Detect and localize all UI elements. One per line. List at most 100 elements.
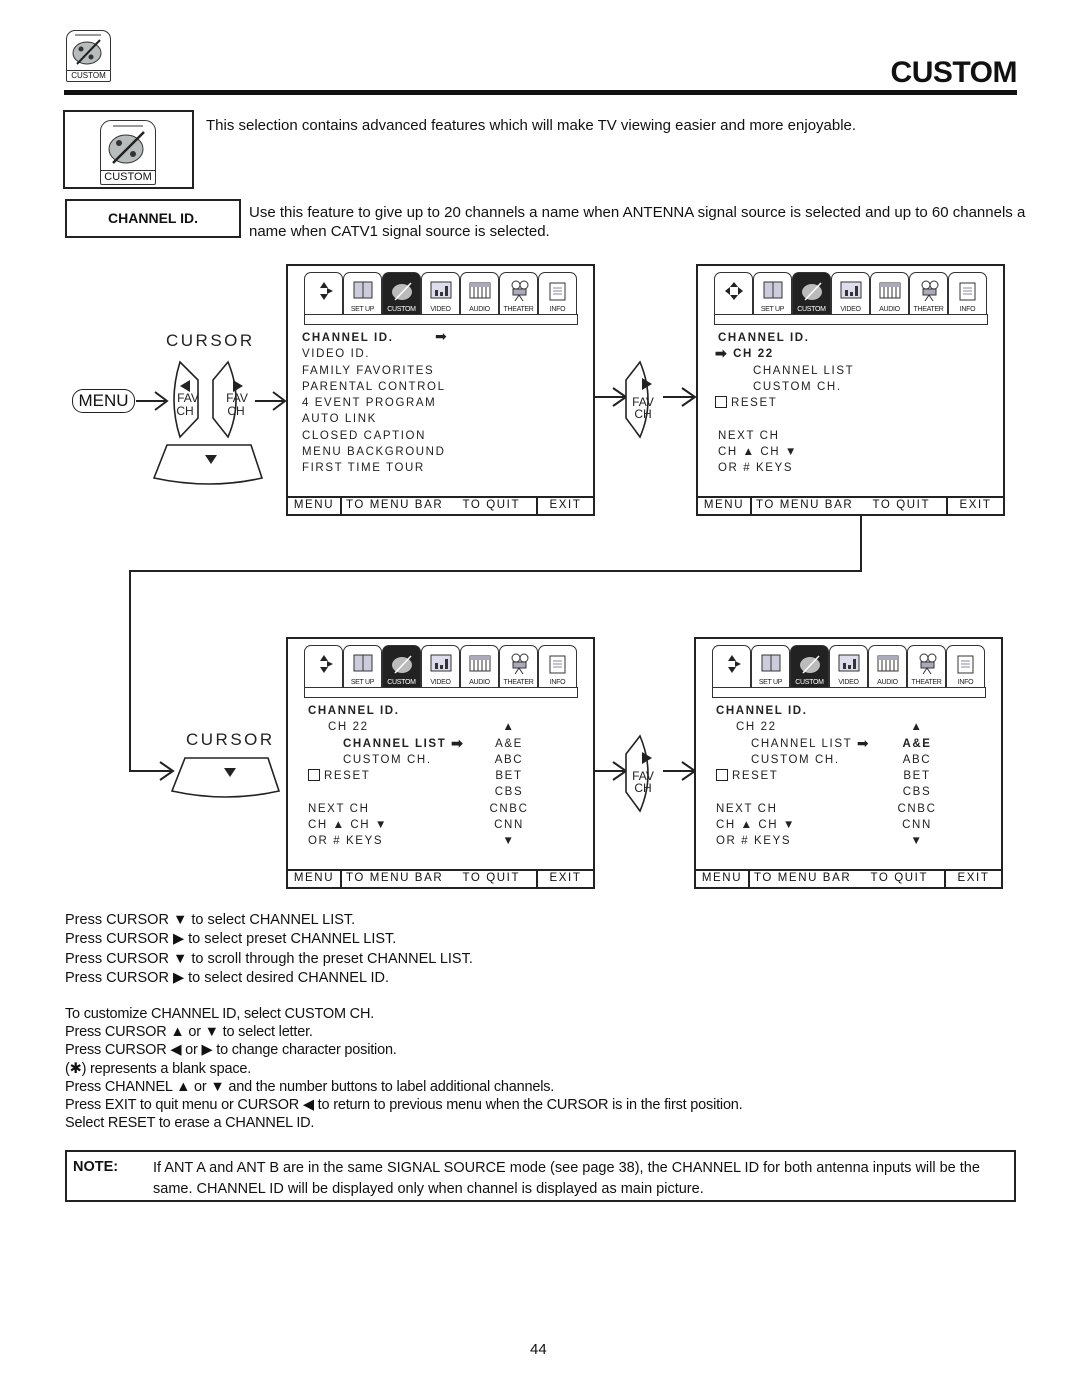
info-document-icon bbox=[549, 655, 566, 674]
menu-item-closed-caption[interactable]: CLOSED CAPTION bbox=[302, 428, 446, 444]
custom-ch-option[interactable]: CUSTOM CH. bbox=[308, 752, 464, 768]
footer-exit: EXIT bbox=[549, 872, 582, 884]
channel-list-option[interactable]: CHANNEL LIST ➡ bbox=[716, 736, 870, 752]
menu-item-event-program[interactable]: 4 EVENT PROGRAM bbox=[302, 395, 446, 411]
tab-nav[interactable] bbox=[304, 645, 343, 687]
tab-info[interactable]: INFO bbox=[538, 645, 577, 687]
reset-option[interactable]: RESET bbox=[308, 768, 464, 784]
menu-item-first-time-tour[interactable]: FIRST TIME TOUR bbox=[302, 460, 446, 476]
cursor-label-1: CURSOR bbox=[166, 331, 255, 350]
setup-icon bbox=[353, 654, 373, 672]
tab-theater[interactable]: THEATER bbox=[499, 272, 538, 314]
tab-setup[interactable]: SET UP bbox=[343, 645, 382, 687]
tab-custom[interactable]: CUSTOM bbox=[790, 645, 829, 687]
channel-list-item[interactable]: CBS bbox=[892, 784, 942, 800]
tab-audio[interactable]: AUDIO bbox=[460, 645, 499, 687]
tab-custom[interactable]: CUSTOM bbox=[382, 645, 421, 687]
custom-ch-option[interactable]: CUSTOM CH. bbox=[716, 752, 870, 768]
channel-list-item[interactable]: ABC bbox=[484, 752, 534, 768]
tab-video[interactable]: VIDEO bbox=[829, 645, 868, 687]
reset-checkbox[interactable] bbox=[715, 396, 727, 409]
channel-number-row[interactable]: ➡ CH 22 bbox=[715, 346, 854, 362]
reset-option[interactable]: RESET bbox=[716, 768, 870, 784]
tv-screen-channel-id: SET UP CUSTOM VIDEO AUDIO THEATER INFO C… bbox=[696, 264, 1005, 516]
tab-nav[interactable] bbox=[714, 272, 753, 314]
tab-setup[interactable]: SET UP bbox=[753, 272, 792, 314]
tab-nav[interactable] bbox=[304, 272, 343, 314]
reset-option[interactable]: RESET bbox=[715, 395, 854, 411]
video-icon bbox=[838, 654, 860, 672]
info-document-icon bbox=[959, 282, 976, 301]
channel-list-item[interactable]: ABC bbox=[892, 752, 942, 768]
step-line: Press CURSOR ▶ to select preset CHANNEL … bbox=[65, 931, 397, 948]
tab-theater[interactable]: THEATER bbox=[499, 645, 538, 687]
reset-checkbox[interactable] bbox=[308, 769, 320, 782]
next-ch-hint: NEXT CH bbox=[716, 802, 778, 815]
channel-list-item[interactable]: CNN bbox=[892, 817, 942, 833]
svg-text:CH: CH bbox=[634, 407, 651, 421]
svg-text:FAV: FAV bbox=[177, 391, 199, 405]
menu-item-parental-control[interactable]: PARENTAL CONTROL bbox=[302, 379, 446, 395]
tab-info[interactable]: INFO bbox=[948, 272, 987, 314]
channel-list-item[interactable]: BET bbox=[484, 768, 534, 784]
note-text: If ANT A and ANT B are in the same SIGNA… bbox=[153, 1160, 980, 1197]
channel-id-title: CHANNEL ID. bbox=[718, 332, 810, 344]
tab-theater[interactable]: THEATER bbox=[909, 272, 948, 314]
scroll-down-icon[interactable]: ▼ bbox=[484, 833, 534, 849]
tab-video[interactable]: VIDEO bbox=[421, 272, 460, 314]
scroll-down-icon[interactable]: ▼ bbox=[892, 833, 942, 849]
tab-info[interactable]: INFO bbox=[538, 272, 577, 314]
scroll-up-icon[interactable]: ▲ bbox=[892, 719, 942, 735]
tab-setup[interactable]: SET UP bbox=[343, 272, 382, 314]
channel-list-item[interactable]: BET bbox=[892, 768, 942, 784]
tab-custom[interactable]: CUSTOM bbox=[382, 272, 421, 314]
channel-list-item[interactable]: A&E bbox=[484, 736, 534, 752]
preset-channel-list: ▲ A&E ABC BET CBS CNBC CNN ▼ bbox=[484, 703, 534, 850]
step-line: Press EXIT to quit menu or CURSOR ◀ to r… bbox=[65, 1097, 743, 1114]
menu-item-channel-id[interactable]: CHANNEL ID. ➡ bbox=[302, 329, 447, 346]
tab-info[interactable]: INFO bbox=[946, 645, 985, 687]
tab-audio[interactable]: AUDIO bbox=[868, 645, 907, 687]
tab-setup[interactable]: SET UP bbox=[751, 645, 790, 687]
channel-id-menu: CHANNEL ID. ➡ CH 22 CHANNEL LIST CUSTOM … bbox=[715, 330, 854, 477]
menu-item-family-favorites[interactable]: FAMILY FAVORITES bbox=[302, 363, 446, 379]
screen-footer: MENU TO MENU BAR TO QUIT EXIT bbox=[288, 869, 593, 887]
piano-icon bbox=[879, 282, 901, 299]
ch-updown-hint: CH ▲ CH ▼ bbox=[716, 819, 796, 832]
step-line: Press CHANNEL ▲ or ▼ and the number butt… bbox=[65, 1078, 555, 1095]
scroll-up-icon[interactable]: ▲ bbox=[484, 719, 534, 735]
channel-list-item[interactable]: CNN bbox=[484, 817, 534, 833]
palette-icon bbox=[802, 282, 822, 301]
palette-icon bbox=[108, 125, 145, 164]
tab-nav[interactable] bbox=[712, 645, 751, 687]
reset-checkbox[interactable] bbox=[716, 769, 728, 782]
channel-list-option[interactable]: CHANNEL LIST bbox=[718, 363, 854, 379]
channel-list-item[interactable]: CNBC bbox=[484, 801, 534, 817]
custom-ch-option[interactable]: CUSTOM CH. bbox=[718, 379, 854, 395]
menu-item-video-id[interactable]: VIDEO ID. bbox=[302, 346, 446, 362]
tab-video[interactable]: VIDEO bbox=[421, 645, 460, 687]
page-title: CUSTOM bbox=[890, 56, 1018, 89]
instructions-customize: To customize CHANNEL ID, select CUSTOM C… bbox=[65, 1005, 743, 1132]
cursor-down-key-2 bbox=[170, 757, 281, 798]
channel-list-item-selected[interactable]: A&E bbox=[892, 736, 942, 752]
channel-number-row[interactable]: CH 22 bbox=[308, 719, 464, 735]
custom-header-icon-label: CUSTOM bbox=[67, 70, 110, 81]
channel-number-row[interactable]: CH 22 bbox=[716, 719, 870, 735]
menu-button[interactable]: MENU bbox=[72, 389, 135, 413]
tv-screen-channel-list-select: SET UP CUSTOM VIDEO AUDIO THEATER INFO C… bbox=[286, 637, 595, 889]
channel-id-menu: CHANNEL ID. CH 22 CHANNEL LIST ➡ CUSTOM … bbox=[308, 703, 464, 850]
tab-audio[interactable]: AUDIO bbox=[870, 272, 909, 314]
tab-audio[interactable]: AUDIO bbox=[460, 272, 499, 314]
tab-video[interactable]: VIDEO bbox=[831, 272, 870, 314]
menu-tab-bar: SET UP CUSTOM VIDEO AUDIO THEATER INFO bbox=[304, 645, 578, 687]
channel-list-item[interactable]: CBS bbox=[484, 784, 534, 800]
channel-list-option[interactable]: CHANNEL LIST ➡ bbox=[308, 736, 464, 752]
selection-arrow-icon: ➡ bbox=[715, 345, 729, 362]
menu-item-auto-link[interactable]: AUTO LINK bbox=[302, 411, 446, 427]
tab-theater[interactable]: THEATER bbox=[907, 645, 946, 687]
tab-custom[interactable]: CUSTOM bbox=[792, 272, 831, 314]
channel-list-item[interactable]: CNBC bbox=[892, 801, 942, 817]
menu-item-menu-background[interactable]: MENU BACKGROUND bbox=[302, 444, 446, 460]
tv-screen-channel-list-pick: SET UP CUSTOM VIDEO AUDIO THEATER INFO C… bbox=[694, 637, 1003, 889]
